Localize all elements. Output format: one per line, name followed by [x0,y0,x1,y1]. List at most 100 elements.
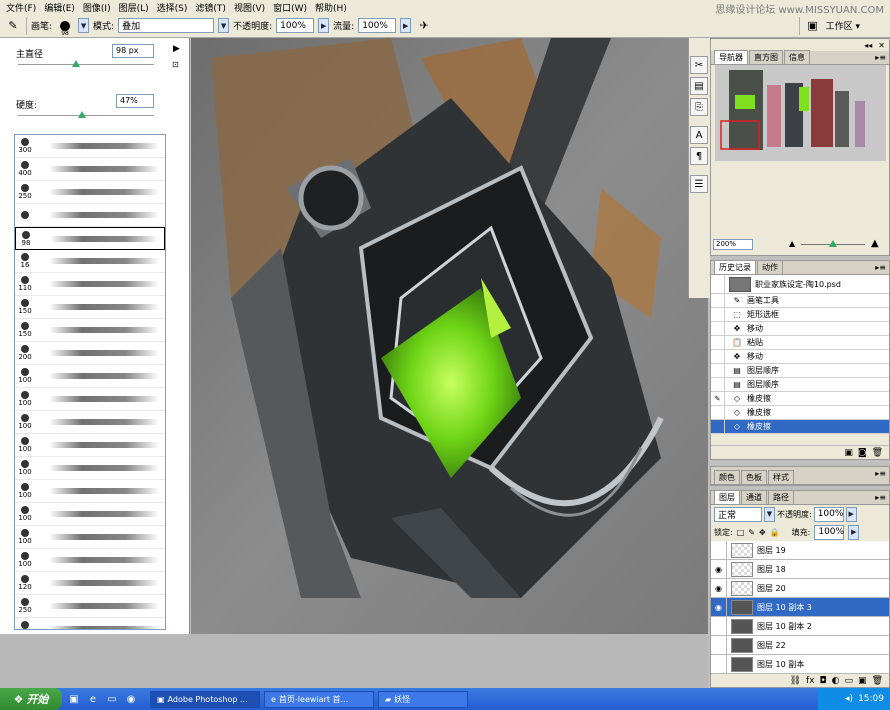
tab-paths[interactable]: 路径 [768,490,794,504]
menu-help[interactable]: 帮助(H) [311,1,351,14]
desktop-quick-icon[interactable]: ▭ [105,692,119,706]
history-item[interactable]: ▤ 图层顺序 [711,377,889,392]
layer-row[interactable]: 图层 10 副本 2 [711,616,889,636]
layer-row[interactable]: ◉ 图层 10 副本 3 [711,597,889,617]
history-source-box[interactable] [711,377,725,392]
menu-layer[interactable]: 图层(L) [115,1,153,14]
history-source-box[interactable] [711,293,725,308]
layer-style-icon[interactable]: fx [806,676,815,686]
tab-swatches[interactable]: 色板 [741,470,767,484]
brush-preset[interactable]: 98 [15,227,165,250]
brush-preset[interactable]: 100 [15,457,165,480]
chevron-right-icon[interactable]: ▶ [845,506,857,522]
history-source-box[interactable] [711,335,725,350]
brushes-icon[interactable]: ▤ [690,77,708,95]
blend-mode-select[interactable]: 正常 [714,506,762,522]
brush-preset[interactable]: 400 [15,158,165,181]
taskbar-button[interactable]: ▰ 妖怪 [378,690,468,708]
trash-icon[interactable]: 🗑 [872,676,883,686]
layer-row[interactable]: ◉ 图层 18 [711,559,889,579]
chevron-right-icon[interactable]: ▶ [848,524,860,540]
brush-preset[interactable]: 100 [15,434,165,457]
brush-preset[interactable]: 250 [15,595,165,618]
zoom-out-icon[interactable]: ▲ [789,239,795,248]
brush-preset[interactable]: 120 [15,572,165,595]
brush-preset[interactable]: 100 [15,388,165,411]
mode-select[interactable]: 叠加 [118,18,215,33]
visibility-toggle[interactable] [711,635,727,655]
history-item[interactable]: ✎ ◇ 橡皮擦 [711,391,889,406]
brush-preset[interactable]: 150 [15,319,165,342]
brush-preset[interactable]: 100 [15,503,165,526]
brush-tool-icon[interactable]: ✎ [4,17,22,35]
chevron-right-icon[interactable]: ▶ [318,18,330,33]
hardness-slider-thumb[interactable] [77,111,86,118]
history-source-box[interactable] [711,307,725,322]
clone-source-icon[interactable]: ⎘ [690,98,708,116]
panel-menu-icon[interactable]: ▶ [173,44,180,54]
brush-preset[interactable]: 150 [15,296,165,319]
visibility-toggle[interactable] [711,540,727,560]
visibility-toggle[interactable]: ◉ [711,578,727,598]
diameter-slider-thumb[interactable] [72,60,81,67]
lock-position-icon[interactable]: ✥ [759,528,766,537]
layer-comps-icon[interactable]: ☰ [690,175,708,193]
brush-preset[interactable]: 250 [15,181,165,204]
history-item[interactable]: ◇ 橡皮擦 [711,405,889,420]
visibility-toggle[interactable] [711,616,727,636]
link-layers-icon[interactable]: ⛓ [790,676,801,686]
history-source-box[interactable] [711,419,725,434]
chevron-right-icon[interactable]: ▶ [400,18,412,33]
tab-color[interactable]: 颜色 [714,470,740,484]
layer-row[interactable]: 图层 10 副本 [711,654,889,674]
zoom-field[interactable]: 200% [713,239,753,250]
media-quick-icon[interactable]: ◉ [124,692,138,706]
history-snapshot[interactable]: 职业家族设定-陶10.psd [711,274,889,294]
hardness-field[interactable]: 47% [116,94,154,108]
photoshop-quick-icon[interactable]: ▣ [67,692,81,706]
menu-file[interactable]: 文件(F) [2,1,40,14]
brush-preset[interactable]: 300 [15,135,165,158]
history-source-box[interactable] [711,321,725,336]
zoom-slider-thumb[interactable] [829,240,837,247]
tab-history[interactable]: 历史记录 [714,260,756,274]
panel-menu-icon[interactable]: ▸≡ [875,53,886,62]
chevron-down-icon[interactable]: ▼ [78,18,90,33]
fill-field[interactable]: 100% [814,524,845,540]
chevron-down-icon[interactable]: ▼ [764,506,775,522]
brush-preset[interactable]: 200 [15,342,165,365]
diameter-slider-track[interactable] [18,64,154,65]
lock-all-icon[interactable]: 🔒 [770,528,780,537]
layer-row[interactable]: 图层 19 [711,540,889,560]
layer-mask-icon[interactable]: ◘ [820,676,827,686]
history-source-box[interactable] [711,405,725,420]
panel-menu-icon[interactable]: ▸≡ [875,493,886,502]
brush-preset[interactable] [15,204,165,227]
speaker-icon[interactable]: ◂) [845,694,853,704]
layer-row[interactable]: ◉ 图层 20 [711,578,889,598]
tab-actions[interactable]: 动作 [757,260,783,274]
history-item[interactable]: 📋 粘贴 [711,335,889,350]
new-group-icon[interactable]: ▭ [845,676,854,686]
lock-transparent-icon[interactable]: □ [737,528,745,537]
taskbar-button[interactable]: ▣ Adobe Photoshop ... [150,690,260,708]
workspace-menu[interactable]: 工作区 ▾ [826,19,860,32]
visibility-toggle[interactable] [711,654,727,674]
layer-opacity-field[interactable]: 100% [813,506,844,522]
new-snapshot-icon[interactable]: ◙ [858,448,867,458]
brush-preset[interactable]: 100 [15,480,165,503]
visibility-toggle[interactable]: ◉ [711,597,727,617]
history-source-box[interactable] [711,349,725,364]
layer-row[interactable]: 图层 22 [711,635,889,655]
tool-presets-icon[interactable]: ✂ [690,56,708,74]
paragraph-icon[interactable]: ¶ [690,147,708,165]
brush-preset[interactable]: 100 [15,526,165,549]
new-layer-icon[interactable]: ▣ [858,676,867,686]
tab-styles[interactable]: 样式 [768,470,794,484]
trash-icon[interactable]: 🗑 [872,448,883,458]
menu-view[interactable]: 视图(V) [230,1,269,14]
hardness-slider-track[interactable] [18,115,154,116]
history-item[interactable]: ⬚ 矩形选框 [711,307,889,322]
panel-menu-icon[interactable]: ▸≡ [875,469,886,478]
visibility-toggle[interactable]: ◉ [711,559,727,579]
